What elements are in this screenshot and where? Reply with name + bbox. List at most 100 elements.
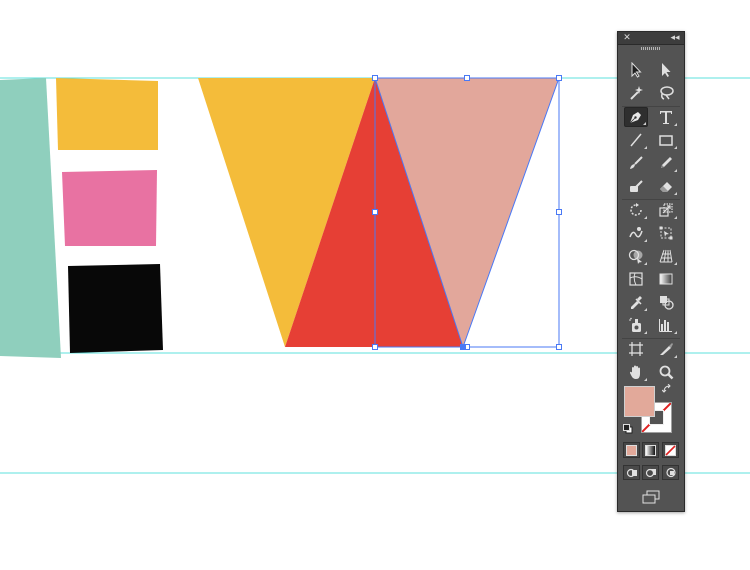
line-segment-tool[interactable] — [624, 130, 648, 150]
gradient-mode-button[interactable] — [642, 442, 659, 458]
collapse-panel-button[interactable]: ◂◂ — [668, 32, 682, 44]
tool-group-indicator — [644, 262, 647, 265]
selection-tool[interactable] — [624, 60, 648, 80]
none-mode-button[interactable] — [662, 442, 679, 458]
hand-tool[interactable] — [624, 362, 648, 382]
zoom-magnifier-icon — [659, 365, 674, 380]
blob-brush-icon — [630, 180, 643, 192]
eyedropper-icon — [631, 296, 642, 309]
hand-icon — [629, 365, 640, 379]
tool-group-indicator — [644, 216, 647, 219]
mesh-icon — [629, 272, 643, 286]
rectangle-icon — [659, 135, 673, 146]
paintbrush-tool[interactable] — [624, 153, 648, 173]
tool-group-indicator — [644, 331, 647, 334]
none-swatch-icon — [665, 444, 676, 456]
tools-panel-header[interactable]: ✕ ◂◂ — [618, 32, 684, 45]
eraser-icon — [660, 182, 672, 192]
pen-tool[interactable] — [624, 107, 648, 127]
free-transform-tool[interactable] — [654, 223, 678, 243]
handle-top-left[interactable] — [372, 75, 378, 81]
zoom-tool[interactable] — [654, 362, 678, 382]
line-segment-icon — [630, 133, 642, 147]
shape-builder-tool[interactable] — [624, 246, 648, 266]
column-graph-tool[interactable] — [654, 315, 678, 335]
screen-mode-icon — [642, 490, 660, 504]
warp-icon — [629, 227, 643, 238]
symbol-sprayer-tool[interactable] — [624, 315, 648, 335]
eraser-tool[interactable] — [654, 176, 678, 196]
tool-group-indicator — [674, 123, 677, 126]
scale-tool[interactable] — [654, 200, 678, 220]
gradient-swatch-icon — [645, 444, 656, 456]
close-panel-button[interactable]: ✕ — [620, 32, 634, 44]
blend-icon — [660, 296, 674, 310]
rectangle-tool[interactable] — [654, 130, 678, 150]
color-mode-button[interactable] — [623, 442, 640, 458]
tool-group-indicator — [674, 192, 677, 195]
warp-tool[interactable] — [624, 223, 648, 243]
gradient-icon — [659, 273, 673, 285]
mint-shape[interactable] — [0, 78, 61, 358]
handle-bottom-left[interactable] — [372, 344, 378, 350]
tool-group-indicator — [644, 239, 647, 242]
type-t-icon — [660, 111, 672, 124]
slice-tool[interactable] — [654, 339, 678, 359]
change-screen-mode-button[interactable] — [639, 487, 663, 507]
handle-middle-right[interactable] — [556, 209, 562, 215]
fill-color-swatch[interactable] — [624, 386, 655, 417]
column-graph-icon — [659, 319, 672, 332]
tool-group-indicator — [674, 355, 677, 358]
tool-group-indicator — [674, 216, 677, 219]
draw-normal-button[interactable] — [623, 465, 640, 480]
tool-group-indicator — [674, 146, 677, 149]
paintbrush-icon — [630, 156, 643, 169]
lasso-tool[interactable] — [654, 83, 678, 103]
tool-group-indicator — [674, 169, 677, 172]
blend-tool[interactable] — [654, 292, 678, 312]
handle-bottom-right[interactable] — [556, 344, 562, 350]
scale-icon — [659, 203, 673, 217]
default-fill-stroke-icon[interactable] — [623, 424, 633, 434]
collapse-icon: ◂◂ — [670, 33, 680, 43]
draw-normal-icon — [626, 468, 637, 478]
yellow-rectangle[interactable] — [56, 78, 158, 150]
type-tool[interactable] — [654, 107, 678, 127]
rotate-icon — [630, 203, 642, 216]
artboard-tool[interactable] — [624, 339, 648, 359]
mesh-tool[interactable] — [624, 269, 648, 289]
tools-panel: ✕ ◂◂ — [617, 31, 685, 512]
handle-middle-left[interactable] — [372, 209, 378, 215]
draw-behind-button[interactable] — [642, 465, 659, 480]
magic-wand-tool[interactable] — [624, 83, 648, 103]
handle-top-right[interactable] — [556, 75, 562, 81]
tool-group-indicator — [643, 122, 646, 125]
eyedropper-tool[interactable] — [624, 292, 648, 312]
perspective-grid-tool[interactable] — [654, 246, 678, 266]
pencil-tool[interactable] — [654, 153, 678, 173]
anchor-point[interactable] — [460, 344, 466, 350]
handle-top-middle[interactable] — [464, 75, 470, 81]
free-transform-icon — [659, 226, 673, 240]
rotate-tool[interactable] — [624, 200, 648, 220]
direct-selection-tool[interactable] — [654, 60, 678, 80]
draw-behind-icon — [645, 468, 656, 478]
artboard-icon — [629, 342, 643, 356]
tool-group-indicator — [644, 308, 647, 311]
pink-rectangle[interactable] — [62, 170, 157, 246]
symbol-sprayer-icon — [629, 317, 641, 332]
draw-inside-button[interactable] — [662, 465, 679, 480]
magic-wand-icon — [630, 86, 643, 100]
selection-arrow-icon — [631, 62, 642, 78]
pen-nib-icon — [629, 112, 641, 124]
gradient-tool[interactable] — [654, 269, 678, 289]
panel-grip[interactable] — [641, 47, 661, 50]
tool-group-indicator — [674, 331, 677, 334]
tool-group-indicator — [674, 262, 677, 265]
blob-brush-tool[interactable] — [624, 176, 648, 196]
shape-builder-icon — [628, 249, 643, 264]
lasso-icon — [660, 86, 674, 100]
black-rectangle[interactable] — [68, 264, 163, 353]
swap-fill-stroke-icon[interactable] — [662, 384, 674, 394]
direct-selection-arrow-icon — [662, 63, 671, 77]
